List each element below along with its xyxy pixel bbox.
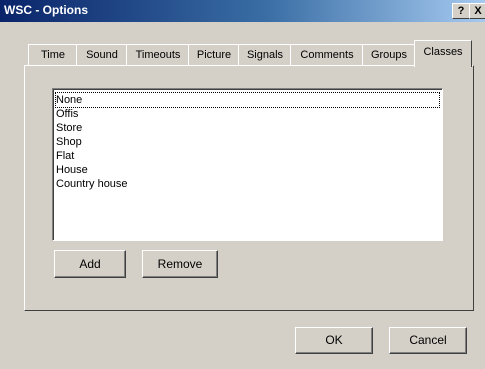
add-button[interactable]: Add — [54, 250, 126, 278]
list-item-flat[interactable]: Flat — [56, 149, 74, 163]
classes-listbox[interactable]: None Offis Store Shop Flat House Country… — [52, 88, 443, 241]
tab-groups[interactable]: Groups — [362, 44, 416, 65]
list-item-country-house[interactable]: Country house — [56, 177, 128, 191]
classes-tab-panel: None Offis Store Shop Flat House Country… — [24, 65, 474, 311]
options-dialog: WSC - Options ? X Time Sound Timeouts Pi… — [0, 0, 485, 369]
tab-classes[interactable]: Classes — [414, 40, 472, 67]
ok-button[interactable]: OK — [295, 327, 373, 354]
tab-sound[interactable]: Sound — [76, 44, 128, 65]
list-item-offis[interactable]: Offis — [56, 107, 78, 121]
tab-timeouts[interactable]: Timeouts — [126, 44, 190, 65]
tab-comments[interactable]: Comments — [290, 44, 364, 65]
remove-button[interactable]: Remove — [142, 250, 218, 278]
list-item-shop[interactable]: Shop — [56, 135, 82, 149]
list-item-house[interactable]: House — [56, 163, 88, 177]
tab-picture[interactable]: Picture — [188, 44, 240, 65]
tab-signals[interactable]: Signals — [238, 44, 292, 65]
help-button[interactable]: ? — [452, 3, 470, 19]
list-item-store[interactable]: Store — [56, 121, 82, 135]
list-item-none[interactable]: None — [55, 92, 440, 108]
cancel-button[interactable]: Cancel — [389, 327, 467, 354]
title-bar: WSC - Options ? X — [0, 0, 485, 22]
window-title: WSC - Options — [4, 3, 88, 17]
close-button[interactable]: X — [469, 3, 485, 19]
tab-time[interactable]: Time — [28, 44, 78, 65]
